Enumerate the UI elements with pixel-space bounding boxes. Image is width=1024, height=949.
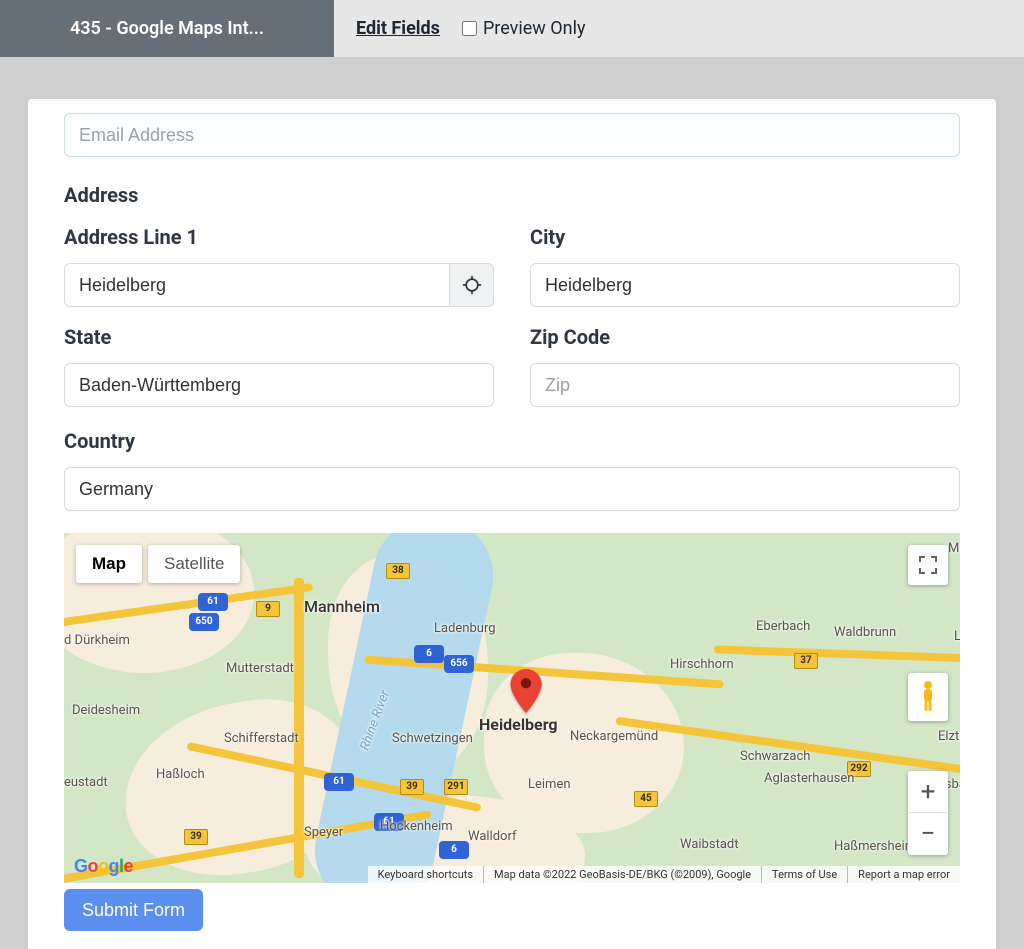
map-city: Schifferstadt: [224, 731, 299, 746]
map-city: Schwarzach: [740, 749, 810, 764]
map-city: Eberbach: [756, 619, 810, 634]
address-section-title: Address: [64, 183, 960, 207]
tab-form-title[interactable]: 435 - Google Maps Int...: [0, 0, 334, 57]
map-fullscreen-button[interactable]: [908, 545, 948, 585]
road-shield: 37: [794, 653, 818, 669]
map-city: Ladenburg: [434, 621, 496, 636]
tab-edit-fields[interactable]: Edit Fields: [334, 0, 462, 57]
map-zoom-in[interactable]: +: [908, 771, 948, 813]
map-zoom-out[interactable]: −: [908, 813, 948, 855]
map-city: Walldorf: [468, 829, 516, 844]
preview-only-checkbox[interactable]: [462, 21, 477, 36]
address1-field[interactable]: [64, 263, 449, 307]
pegman-icon: [918, 680, 938, 714]
road-shield: 45: [634, 791, 658, 807]
address1-label: Address Line 1: [64, 225, 494, 249]
hwy-shield: 61: [198, 593, 228, 611]
road-shield: 9: [256, 601, 280, 617]
map-type-satellite[interactable]: Satellite: [148, 545, 240, 583]
map-city: Mudau: [948, 541, 960, 556]
map-data-copyright: Map data ©2022 GeoBasis-DE/BKG (©2009), …: [483, 866, 761, 883]
map-city: Elztal: [938, 729, 960, 744]
map-city: Hirschhorn: [670, 657, 734, 672]
map-city: Hockenheim: [380, 819, 453, 834]
city-label: City: [530, 225, 960, 249]
map-city: Neckargemünd: [570, 729, 658, 744]
map-zoom-control: + −: [908, 771, 948, 855]
road-shield: 38: [386, 563, 410, 579]
form-page: Address Address Line 1 City: [28, 99, 996, 949]
state-field[interactable]: [64, 363, 494, 407]
hwy-shield: 6: [414, 645, 444, 663]
road-shield: 291: [444, 779, 468, 795]
map-city: Waibstadt: [680, 837, 738, 852]
preview-only-label: Preview Only: [483, 18, 586, 39]
hwy-shield: 650: [189, 613, 219, 631]
map-city: Aglasterhausen: [764, 771, 854, 786]
map-report-error[interactable]: Report a map error: [847, 866, 960, 883]
map-city: Haßmersheim: [834, 839, 916, 854]
country-field[interactable]: [64, 467, 960, 511]
zip-field[interactable]: [530, 363, 960, 407]
hwy-shield: 656: [444, 655, 474, 673]
country-label: Country: [64, 429, 960, 453]
map-pegman[interactable]: [908, 673, 948, 721]
map-city: Leimen: [528, 777, 571, 792]
google-map[interactable]: 61 650 6 656 61 61 6 38 9 37 39 291 39 4…: [64, 533, 960, 883]
map-city-main: Heidelberg: [479, 715, 558, 734]
map-marker[interactable]: [510, 669, 542, 717]
map-city: Schwetzingen: [392, 731, 473, 746]
map-city: d Dürkheim: [64, 633, 130, 648]
state-label: State: [64, 325, 494, 349]
map-type-switcher: Map Satellite: [76, 545, 240, 583]
submit-button[interactable]: Submit Form: [64, 889, 203, 931]
zip-label: Zip Code: [530, 325, 960, 349]
road-shield: 39: [400, 779, 424, 795]
map-attribution: Keyboard shortcuts Map data ©2022 GeoBas…: [368, 866, 960, 883]
hwy-shield: 61: [324, 773, 354, 791]
map-type-map[interactable]: Map: [76, 545, 142, 583]
map-terms[interactable]: Terms of Use: [761, 866, 847, 883]
map-pin-icon: [510, 669, 542, 713]
map-city: Speyer: [304, 825, 343, 840]
map-city: eustadt: [64, 775, 108, 790]
crosshair-icon: [462, 275, 482, 295]
map-keyboard-shortcuts[interactable]: Keyboard shortcuts: [368, 866, 483, 883]
map-city: Mutterstadt: [226, 661, 294, 676]
map-city: Limbac: [954, 629, 960, 644]
road-shield: 39: [184, 829, 208, 845]
map-city: Haßloch: [156, 767, 205, 782]
fullscreen-icon: [919, 556, 937, 574]
hwy-shield: 6: [439, 841, 469, 859]
preview-only-toggle[interactable]: Preview Only: [462, 0, 586, 57]
email-field[interactable]: [64, 113, 960, 157]
map-city: Waldbrunn: [834, 625, 896, 640]
city-field[interactable]: [530, 263, 960, 307]
map-city: Deidesheim: [72, 703, 140, 718]
google-logo: Google: [74, 856, 133, 877]
map-city: Mannheim: [304, 597, 380, 616]
geolocate-button[interactable]: [449, 263, 494, 307]
